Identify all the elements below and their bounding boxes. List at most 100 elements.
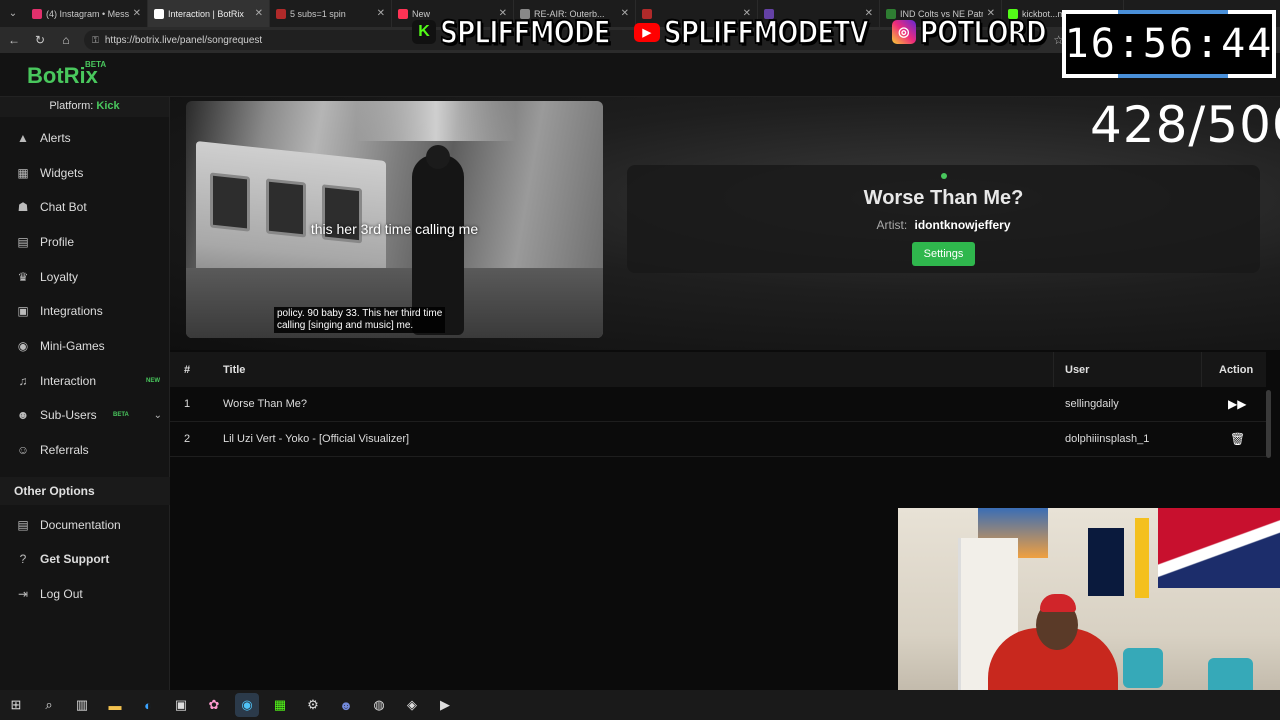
other-options-heading: Other Options [0, 477, 170, 505]
app-icon[interactable]: ▦ [268, 693, 292, 717]
sidebar: Platform: Kick ▲ Alerts ▦ Widgets ☗ Chat… [0, 97, 170, 690]
close-icon[interactable]: ✕ [377, 8, 385, 19]
sidebar-item-profile[interactable]: ▤ Profile [0, 227, 170, 257]
beta-badge: BETA [113, 412, 129, 418]
sidebar-item-widgets[interactable]: ▦ Widgets [0, 158, 170, 188]
sidebar-item-label: Sub-Users [40, 408, 97, 422]
row-title: Lil Uzi Vert - Yoko - [Official Visualiz… [223, 433, 410, 445]
task-view-icon[interactable]: ▥ [70, 693, 94, 717]
header-num: # [184, 363, 191, 376]
browser-tab-active[interactable]: Interaction | BotRix ✕ [148, 0, 270, 27]
kick-icon: K [412, 20, 436, 44]
youtube-icon: ▶ [633, 22, 660, 42]
sidebar-item-label: Mini-Games [40, 339, 105, 353]
webcam-feed [898, 508, 1280, 720]
app-icon[interactable]: ◈ [400, 693, 424, 717]
artist-line: Artist: idontknowjeffery [627, 218, 1260, 232]
robot-icon: ☗ [17, 200, 29, 214]
trash-icon[interactable]: 🗑 [1230, 432, 1245, 446]
skip-icon[interactable]: ▶▶ [1228, 397, 1246, 411]
edge-icon[interactable]: ◐ [136, 693, 160, 717]
artist-name: idontknowjeffery [914, 218, 1011, 232]
sidebar-item-label: Loyalty [40, 270, 79, 284]
sidebar-item-log-out[interactable]: ⇥ Log Out [0, 579, 170, 609]
os-taskbar: ⊞ ⌕ ▥ ▬ ◐ ▣ ✿ ◉ ▦ ⚙ ☻ ◍ ◈ ▶ [0, 690, 1280, 720]
settings-button[interactable]: Settings [912, 242, 975, 266]
obs-icon[interactable]: ◍ [367, 693, 391, 717]
users-icon: ☻ [16, 408, 30, 422]
tab-menu-icon[interactable]: ⌄ [0, 0, 26, 27]
sidebar-item-documentation[interactable]: ▤ Documentation [0, 510, 170, 540]
sidebar-item-integrations[interactable]: ▣ Integrations [0, 296, 170, 326]
artist-label: Artist: [876, 218, 908, 232]
id-card-icon: ▤ [17, 235, 29, 249]
table-scrollbar[interactable] [1266, 390, 1271, 458]
platform-label: Platform: [49, 100, 94, 112]
refresh-icon[interactable]: ↻ [32, 33, 48, 47]
close-icon[interactable]: ✕ [255, 8, 263, 19]
media-player-icon[interactable]: ▶ [433, 693, 457, 717]
app-icon[interactable]: ✿ [202, 693, 226, 717]
sidebar-item-mini-games[interactable]: ◉ Mini-Games [0, 331, 170, 361]
url-text: https://botrix.live/panel/songrequest [104, 34, 263, 46]
column-divider [1053, 352, 1054, 387]
trophy-icon: ♛ [17, 270, 29, 284]
header-action: Action [1219, 363, 1254, 376]
social-name: SPLIFFMODE [439, 13, 611, 51]
logo-beta-badge: BETA [85, 60, 107, 69]
file-explorer-icon[interactable]: ▬ [103, 693, 127, 717]
sidebar-item-loyalty[interactable]: ♛ Loyalty [0, 262, 170, 292]
discord-icon[interactable]: ☻ [334, 693, 358, 717]
tab-title: Interaction | BotRix [168, 8, 244, 19]
sidebar-item-alerts[interactable]: ▲ Alerts [0, 123, 170, 153]
browser-tab[interactable]: (4) Instagram • Messages ✕ [26, 0, 148, 27]
row-title: Worse Than Me? [223, 398, 307, 410]
close-icon[interactable]: ✕ [133, 8, 141, 19]
platform-value: Kick [96, 100, 120, 112]
video-player[interactable]: this her 3rd time calling me policy. 90 … [186, 101, 603, 338]
sidebar-item-referrals[interactable]: ☺ Referrals [0, 435, 170, 465]
music-icon: ♫ [18, 374, 28, 388]
browser-tab[interactable]: 5 subs=1 spin ✕ [270, 0, 392, 27]
back-icon[interactable]: ← [6, 33, 22, 47]
stream-clock: 16:56:44 [1062, 10, 1276, 78]
browser-icon[interactable]: ◉ [235, 693, 259, 717]
table-row[interactable]: 1 Worse Than Me? sellingdaily ▶▶ [170, 387, 1266, 422]
header-user: User [1065, 363, 1090, 376]
warning-icon: ▲ [17, 131, 29, 145]
sidebar-item-interaction[interactable]: ♫ Interaction NEW [0, 366, 170, 396]
live-status-dot [941, 173, 947, 179]
table-row[interactable]: 2 Lil Uzi Vert - Yoko - [Official Visual… [170, 422, 1266, 457]
social-kick: K SPLIFFMODE [412, 13, 628, 51]
tab-title: 5 subs=1 spin [290, 8, 346, 19]
home-icon[interactable]: ⌂ [58, 33, 74, 47]
row-user: dolphiiinsplash_1 [1065, 433, 1150, 445]
lock-icon: ⚿ [92, 34, 99, 45]
windows-start-icon[interactable]: ⊞ [4, 693, 28, 717]
sidebar-item-label: Profile [40, 235, 75, 249]
caption-line: policy. 90 baby 33. This her third time [277, 308, 443, 319]
lyric-overlay: this her 3rd time calling me [310, 221, 479, 237]
sidebar-item-label: Referrals [40, 443, 89, 457]
video-figure-head [426, 145, 450, 169]
steam-icon[interactable]: ⚙ [301, 693, 325, 717]
clock-accent-bar [1118, 74, 1228, 78]
sidebar-item-label: Get Support [40, 552, 110, 566]
logout-icon: ⇥ [17, 587, 29, 601]
site-icon [398, 8, 408, 19]
social-instagram: ◎ POTLORD [891, 13, 1064, 51]
row-user: sellingdaily [1065, 398, 1119, 410]
clock-accent-bar [1118, 10, 1228, 14]
widgets-icon: ▦ [17, 166, 29, 180]
sidebar-item-sub-users[interactable]: ☻ Sub-Users BETA ⌄ [0, 400, 170, 430]
botrix-logo[interactable]: BotRix BETA [27, 60, 106, 89]
search-icon[interactable]: ⌕ [37, 693, 61, 717]
sidebar-item-get-support[interactable]: ? Get Support [0, 544, 170, 574]
chevron-down-icon[interactable]: ⌄ [154, 410, 162, 421]
social-handles-overlay: K SPLIFFMODE ▶ SPLIFFMODETV ◎ POTLORD [412, 8, 1064, 56]
store-icon[interactable]: ▣ [169, 693, 193, 717]
sidebar-item-chat-bot[interactable]: ☗ Chat Bot [0, 192, 170, 222]
social-youtube: ▶ SPLIFFMODETV [633, 13, 886, 51]
social-name: POTLORD [919, 13, 1047, 51]
caption-line: calling [singing and music] me. [277, 320, 414, 331]
